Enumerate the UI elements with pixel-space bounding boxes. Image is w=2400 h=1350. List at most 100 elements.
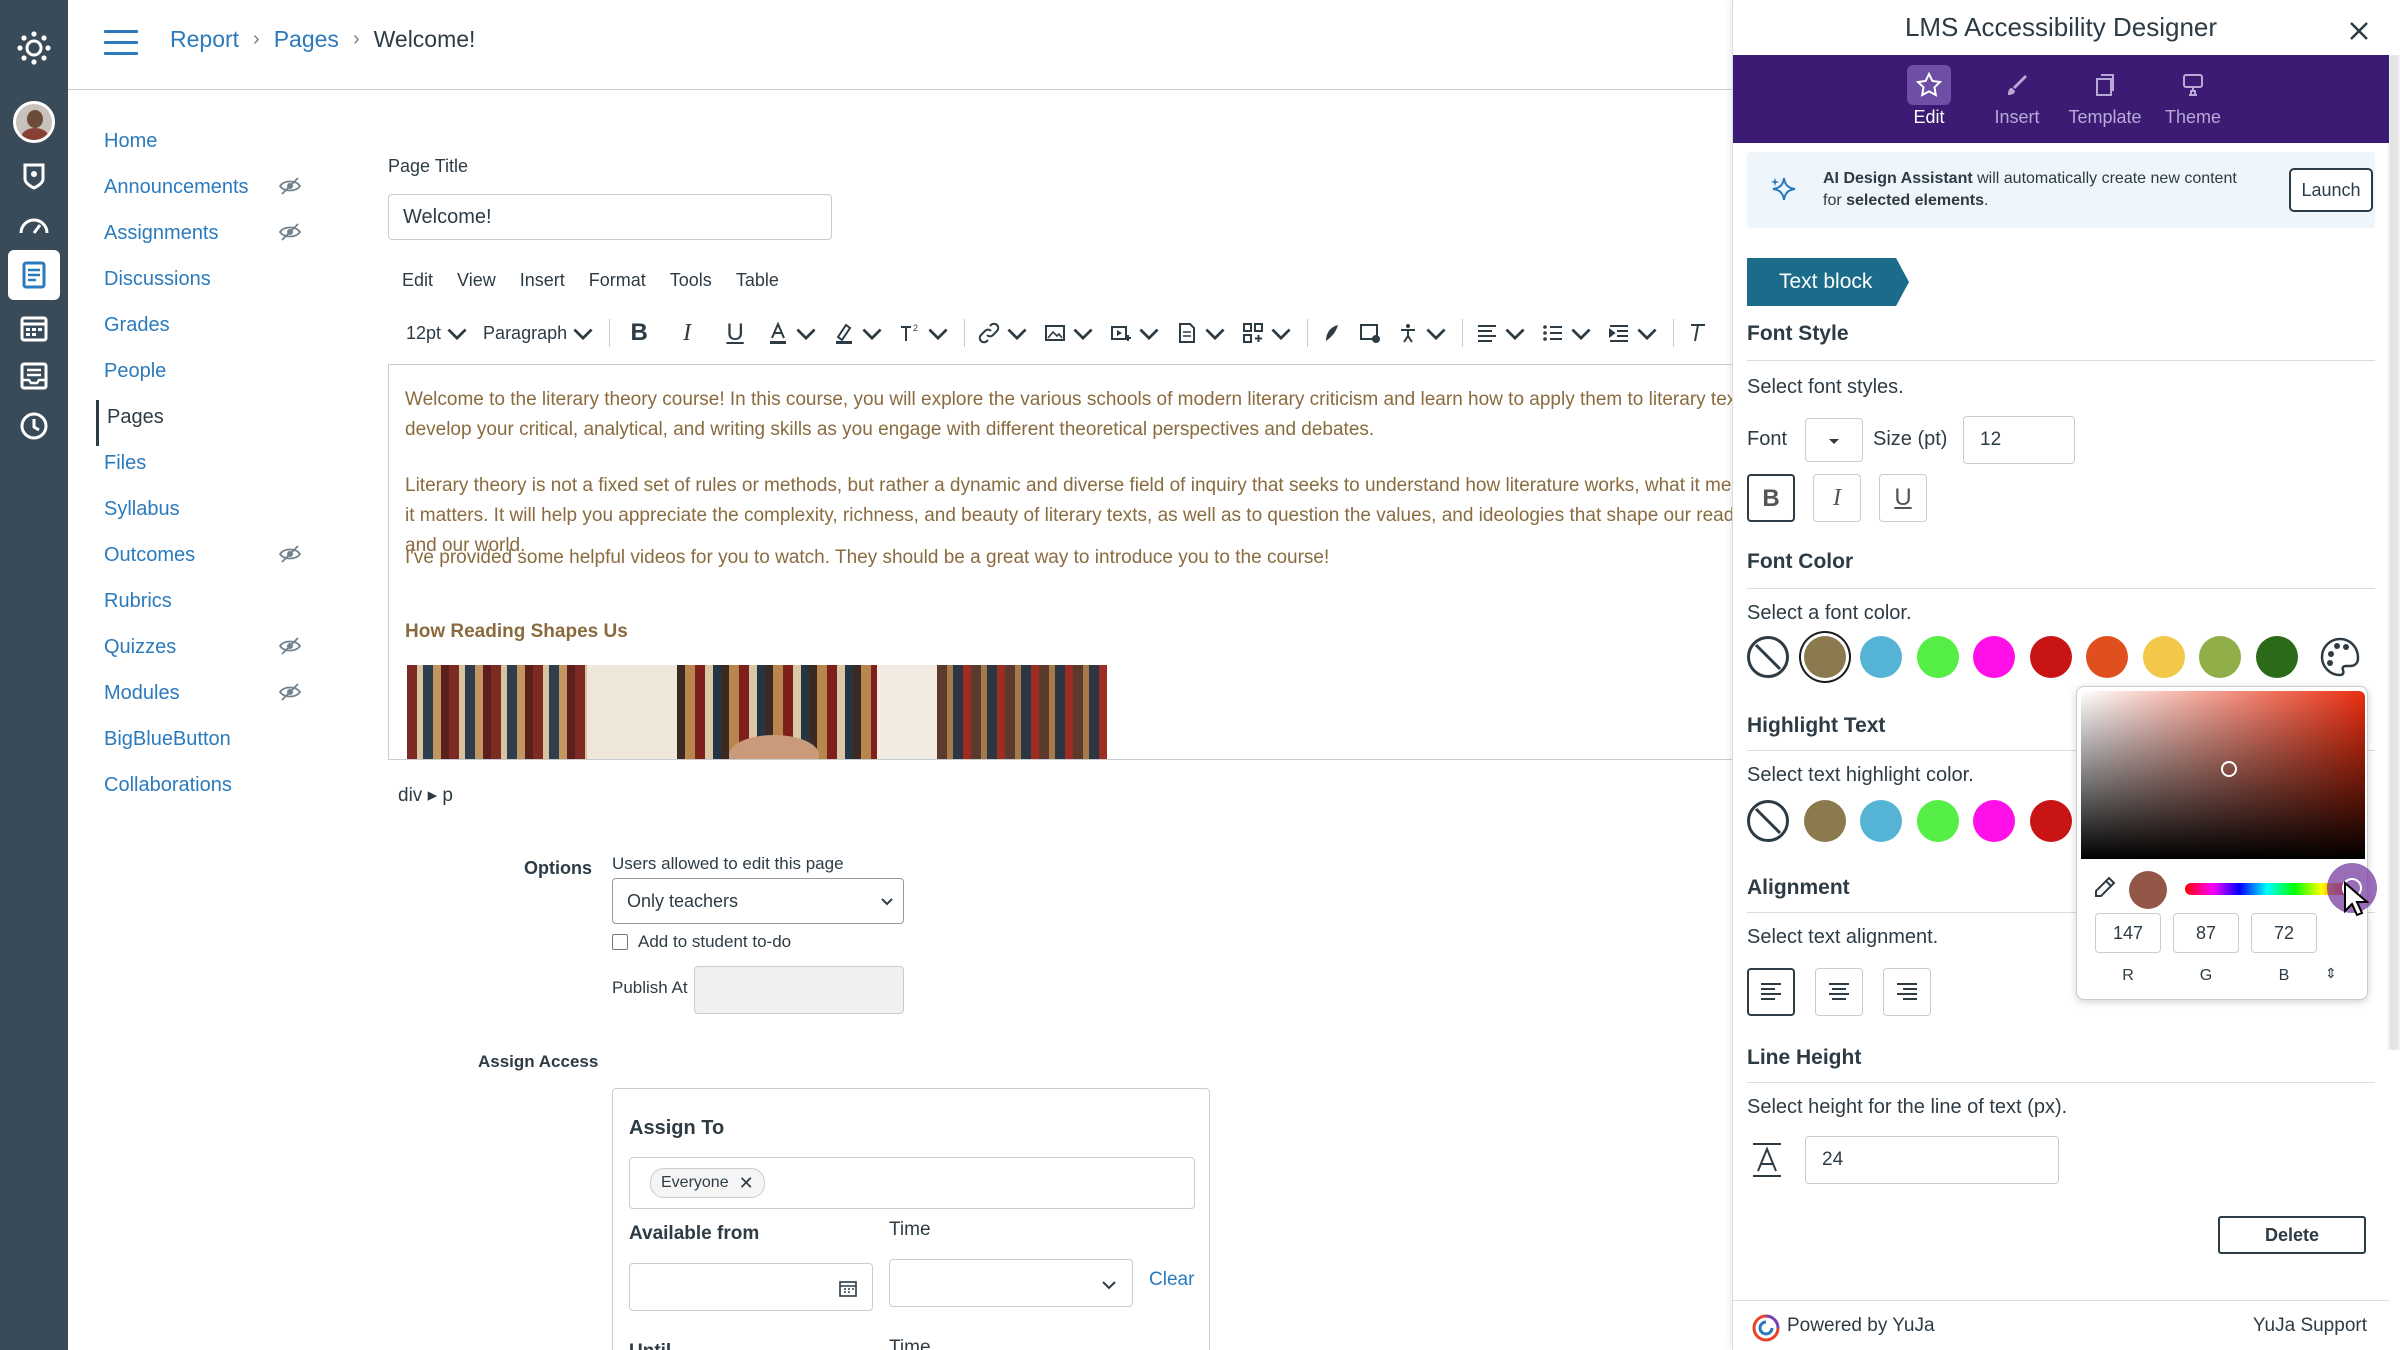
course-nav-assignments[interactable]: Assignments: [96, 216, 316, 262]
menu-insert[interactable]: Insert: [520, 270, 565, 291]
eyedropper-icon[interactable]: [2091, 875, 2117, 901]
highlight-none-swatch[interactable]: [1747, 800, 1789, 842]
align-right-button[interactable]: [1883, 968, 1931, 1016]
highlight-swatch[interactable]: [2029, 800, 2072, 842]
course-nav-pages[interactable]: Pages: [96, 400, 316, 446]
italic-icon[interactable]: I: [670, 320, 704, 347]
course-nav-collaborations[interactable]: Collaborations: [96, 768, 316, 814]
blue-input[interactable]: 72: [2251, 913, 2317, 953]
align-left-button[interactable]: [1747, 968, 1795, 1016]
assign-to-input[interactable]: Everyone ✕: [629, 1157, 1195, 1209]
close-icon[interactable]: [2346, 18, 2372, 44]
hamburger-menu-icon[interactable]: [104, 30, 138, 60]
font-size-select[interactable]: 12pt: [406, 321, 469, 345]
breadcrumb-pages[interactable]: Pages: [274, 26, 339, 53]
font-color-none-swatch[interactable]: [1747, 636, 1789, 678]
highlight-icon[interactable]: [832, 321, 884, 345]
font-size-input[interactable]: 12: [1963, 416, 2075, 464]
paragraph-videos[interactable]: I've provided some helpful videos for yo…: [405, 543, 1732, 573]
font-color-swatch[interactable]: [1860, 636, 1902, 678]
align-center-button[interactable]: [1815, 968, 1863, 1016]
font-color-swatch[interactable]: [2199, 636, 2241, 678]
clear-formatting-icon[interactable]: [1686, 321, 1710, 345]
course-nav-announcements[interactable]: Announcements: [96, 170, 316, 216]
menu-view[interactable]: View: [457, 270, 496, 291]
green-input[interactable]: 87: [2173, 913, 2239, 953]
course-nav-files[interactable]: Files: [96, 446, 316, 492]
palette-icon[interactable]: [2319, 636, 2361, 678]
rich-content-editor[interactable]: Welcome to the literary theory course! I…: [388, 364, 1732, 760]
launch-button[interactable]: Launch: [2289, 168, 2373, 212]
font-color-swatch[interactable]: [1803, 636, 1846, 678]
saturation-value-area[interactable]: [2081, 691, 2365, 859]
course-nav-syllabus[interactable]: Syllabus: [96, 492, 316, 538]
content-heading[interactable]: How Reading Shapes Us: [405, 621, 628, 643]
font-color-swatch[interactable]: [2086, 636, 2128, 678]
course-nav-bigbluebutton[interactable]: BigBlueButton: [96, 722, 316, 768]
block-format-select[interactable]: Paragraph: [483, 321, 595, 345]
font-color-swatch[interactable]: [2255, 636, 2298, 678]
course-nav-modules[interactable]: Modules: [96, 676, 316, 722]
line-height-input[interactable]: 24: [1805, 1136, 2059, 1184]
font-color-swatch[interactable]: [2142, 636, 2185, 678]
bullet-list-icon[interactable]: [1541, 321, 1593, 345]
image-options-icon[interactable]: [1358, 321, 1382, 345]
highlight-swatch[interactable]: [1860, 800, 1902, 842]
available-from-time-select[interactable]: [889, 1259, 1133, 1307]
document-icon[interactable]: [1175, 321, 1227, 345]
available-from-date-input[interactable]: [629, 1263, 873, 1311]
highlight-swatch[interactable]: [1803, 800, 1846, 842]
indent-icon[interactable]: [1607, 321, 1659, 345]
course-nav-home[interactable]: Home: [96, 124, 316, 170]
hue-slider[interactable]: [2185, 883, 2349, 895]
paragraph-intro[interactable]: Welcome to the literary theory course! I…: [405, 385, 1732, 445]
course-nav-outcomes[interactable]: Outcomes: [96, 538, 316, 584]
font-color-swatch[interactable]: [2029, 636, 2072, 678]
bookshelf-image[interactable]: [407, 665, 1107, 759]
edit-permission-select[interactable]: Only teachers: [612, 878, 904, 924]
underline-button[interactable]: U: [1879, 474, 1927, 522]
menu-tools[interactable]: Tools: [670, 270, 712, 291]
tab-insert[interactable]: Insert: [1973, 55, 2061, 143]
red-input[interactable]: 147: [2095, 913, 2161, 953]
menu-format[interactable]: Format: [589, 270, 646, 291]
course-nav-people[interactable]: People: [96, 354, 316, 400]
clear-link[interactable]: Clear: [1149, 1269, 1194, 1291]
menu-edit[interactable]: Edit: [402, 270, 433, 291]
inbox-icon[interactable]: [12, 354, 56, 398]
breadcrumb-report[interactable]: Report: [170, 26, 239, 53]
tab-edit[interactable]: Edit: [1885, 55, 1973, 143]
tab-template[interactable]: Template: [2061, 55, 2149, 143]
admin-icon[interactable]: [12, 154, 56, 198]
assignee-chip[interactable]: Everyone ✕: [650, 1168, 765, 1198]
history-icon[interactable]: [12, 404, 56, 448]
dashboard-icon[interactable]: [12, 204, 56, 248]
close-icon[interactable]: ✕: [739, 1169, 754, 1197]
saturation-handle[interactable]: [2221, 761, 2237, 777]
yuja-icon[interactable]: [1320, 321, 1344, 345]
calendar-icon[interactable]: [838, 1278, 858, 1298]
link-icon[interactable]: [977, 321, 1029, 345]
logo-icon[interactable]: [12, 26, 56, 70]
tab-theme[interactable]: Theme: [2149, 55, 2237, 143]
highlight-swatch[interactable]: [1916, 800, 1959, 842]
media-icon[interactable]: [1109, 321, 1161, 345]
panel-scrollbar[interactable]: [2388, 55, 2400, 1050]
font-color-swatch[interactable]: [1916, 636, 1959, 678]
todo-checkbox-row[interactable]: Add to student to-do: [612, 932, 791, 952]
superscript-icon[interactable]: 2: [898, 321, 950, 345]
bold-icon[interactable]: B: [622, 319, 656, 347]
delete-button[interactable]: Delete: [2218, 1216, 2366, 1254]
color-mode-toggle-icon[interactable]: ⇕: [2325, 965, 2337, 982]
yuja-support-link[interactable]: YuJa Support: [2253, 1315, 2367, 1337]
align-icon[interactable]: [1475, 321, 1527, 345]
calendar-icon[interactable]: [12, 306, 56, 350]
menu-table[interactable]: Table: [736, 270, 779, 291]
courses-icon[interactable]: [8, 250, 60, 300]
course-nav-quizzes[interactable]: Quizzes: [96, 630, 316, 676]
highlight-swatch[interactable]: [1973, 800, 2015, 842]
course-nav-discussions[interactable]: Discussions: [96, 262, 316, 308]
todo-checkbox[interactable]: [612, 934, 628, 950]
image-icon[interactable]: [1043, 321, 1095, 345]
account-avatar[interactable]: [12, 100, 56, 144]
